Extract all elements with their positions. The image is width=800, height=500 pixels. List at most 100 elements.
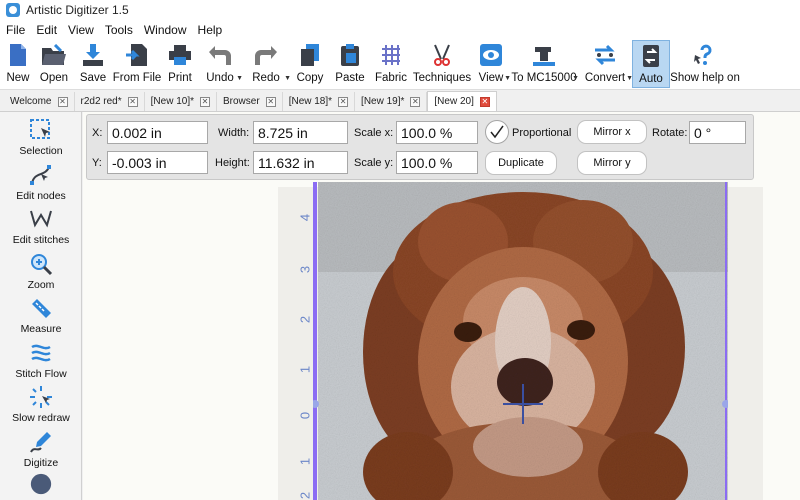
vertical-ruler: 4 3 2 1 0 1 2 [294, 192, 314, 500]
menu-window[interactable]: Window [144, 23, 187, 37]
scale-y-input[interactable] [396, 151, 478, 174]
close-icon[interactable]: ✕ [265, 96, 276, 107]
sewing-machine-icon [531, 43, 557, 67]
ruler-tick-label: 1 [297, 457, 313, 466]
close-icon[interactable]: ✕ [338, 96, 349, 107]
tab-new-18[interactable]: [New 18]* ✕ [283, 92, 356, 111]
digitize-tool[interactable]: Digitize [0, 430, 82, 474]
title-bar: Artistic Digitizer 1.5 [0, 0, 800, 20]
dog-embroidery-illustration [311, 182, 730, 500]
auto-icon [638, 44, 664, 68]
scale-x-label: Scale x: [354, 127, 394, 139]
techniques-icon [429, 43, 455, 67]
menu-bar: File Edit View Tools Window Help [0, 20, 800, 40]
close-icon[interactable]: ✕ [127, 96, 138, 107]
open-button[interactable]: Open [34, 40, 74, 88]
auto-button[interactable]: Auto [632, 40, 670, 88]
tab-new-20[interactable]: [New 20] ✕ [427, 91, 497, 111]
zoom-icon [29, 252, 53, 276]
menu-tools[interactable]: Tools [105, 23, 133, 37]
help-icon [692, 43, 718, 67]
paste-icon [337, 43, 363, 67]
stitch-flow-tool[interactable]: Stitch Flow [0, 341, 82, 385]
menu-file[interactable]: File [6, 23, 25, 37]
slow-redraw-tool[interactable]: Slow redraw [0, 385, 82, 429]
edit-nodes-tool[interactable]: Edit nodes [0, 163, 82, 207]
slow-redraw-icon [29, 385, 53, 409]
left-tool-panel: Selection Edit nodes Edit stitches Zoom … [0, 112, 82, 500]
copy-button[interactable]: Copy [290, 40, 330, 88]
convert-icon [592, 43, 618, 67]
width-input[interactable] [253, 121, 348, 144]
next-tool[interactable] [0, 472, 82, 500]
show-help-on-button[interactable]: Show help on [670, 40, 740, 88]
y-input[interactable] [107, 151, 208, 174]
save-icon [80, 43, 106, 67]
embroidery-design-image[interactable] [311, 182, 730, 500]
ruler-tick-label: 2 [297, 491, 313, 500]
mirror-y-button[interactable]: Mirror y [577, 151, 647, 175]
save-button[interactable]: Save [74, 40, 112, 88]
tab-new-10[interactable]: [New 10]* ✕ [145, 92, 217, 111]
circle-tool-icon [29, 472, 53, 496]
digitize-icon [29, 430, 53, 454]
to-mc15000-button[interactable]: To MC15000 ▼ [510, 40, 579, 88]
selection-tool[interactable]: Selection [0, 118, 82, 162]
measure-icon [29, 296, 53, 320]
menu-view[interactable]: View [68, 23, 94, 37]
fabric-button[interactable]: Fabric [370, 40, 412, 88]
print-icon [167, 43, 193, 67]
close-icon[interactable]: ✕ [200, 96, 210, 107]
rotate-input[interactable] [689, 121, 746, 144]
x-label: X: [92, 127, 103, 139]
ruler-tick-label: 3 [297, 265, 313, 274]
edit-stitches-icon [29, 207, 53, 231]
proportional-checkbox[interactable] [485, 120, 509, 144]
print-button[interactable]: Print [162, 40, 198, 88]
selection-icon [29, 118, 53, 142]
undo-icon [207, 43, 233, 67]
techniques-button[interactable]: Techniques [412, 40, 472, 88]
from-file-button[interactable]: From File [112, 40, 162, 88]
ruler-tick-label: 4 [297, 213, 313, 222]
edit-stitches-tool[interactable]: Edit stitches [0, 207, 82, 251]
redo-button[interactable]: Redo ▼ [242, 40, 291, 88]
view-button[interactable]: View ▼ [472, 40, 511, 88]
ruler-tick-label: 2 [297, 315, 313, 324]
x-input[interactable] [107, 121, 208, 144]
rotate-label: Rotate: [652, 127, 688, 139]
proportional-label[interactable]: Proportional [512, 127, 571, 139]
close-icon[interactable]: ✕ [479, 96, 490, 107]
duplicate-button[interactable]: Duplicate [485, 151, 557, 175]
new-button[interactable]: New [2, 40, 34, 88]
convert-button[interactable]: Convert ▼ [578, 40, 633, 88]
height-label: Height: [215, 157, 250, 169]
scale-x-input[interactable] [396, 121, 478, 144]
close-icon[interactable]: ✕ [57, 96, 68, 107]
zoom-tool[interactable]: Zoom [0, 252, 82, 296]
ruler-tick-label: 0 [297, 411, 313, 420]
tab-new-19[interactable]: [New 19]* ✕ [355, 92, 428, 111]
close-icon[interactable]: ✕ [410, 96, 421, 107]
height-input[interactable] [253, 151, 348, 174]
undo-button[interactable]: Undo ▼ [198, 40, 243, 88]
mirror-x-button[interactable]: Mirror x [577, 120, 647, 144]
ruler-tick-label: 1 [297, 365, 313, 374]
paste-button[interactable]: Paste [330, 40, 370, 88]
fabric-icon [378, 43, 404, 67]
window-title: Artistic Digitizer 1.5 [26, 3, 129, 17]
from-file-icon [124, 43, 150, 67]
width-label: Width: [218, 127, 250, 139]
app-logo-icon [6, 3, 20, 17]
open-folder-icon [41, 43, 67, 67]
menu-help[interactable]: Help [198, 23, 223, 37]
menu-edit[interactable]: Edit [36, 23, 57, 37]
tab-r2d2-red[interactable]: r2d2 red* ✕ [75, 92, 145, 111]
tab-welcome[interactable]: Welcome ✕ [4, 92, 75, 111]
document-tabs: Welcome ✕ r2d2 red* ✕ [New 10]* ✕ Browser ✕ … [0, 91, 800, 112]
tab-browser[interactable]: Browser ✕ [217, 92, 283, 111]
view-eye-icon [478, 43, 504, 67]
stitch-flow-icon [29, 341, 53, 365]
measure-tool[interactable]: Measure [0, 296, 82, 340]
redo-icon [253, 43, 279, 67]
